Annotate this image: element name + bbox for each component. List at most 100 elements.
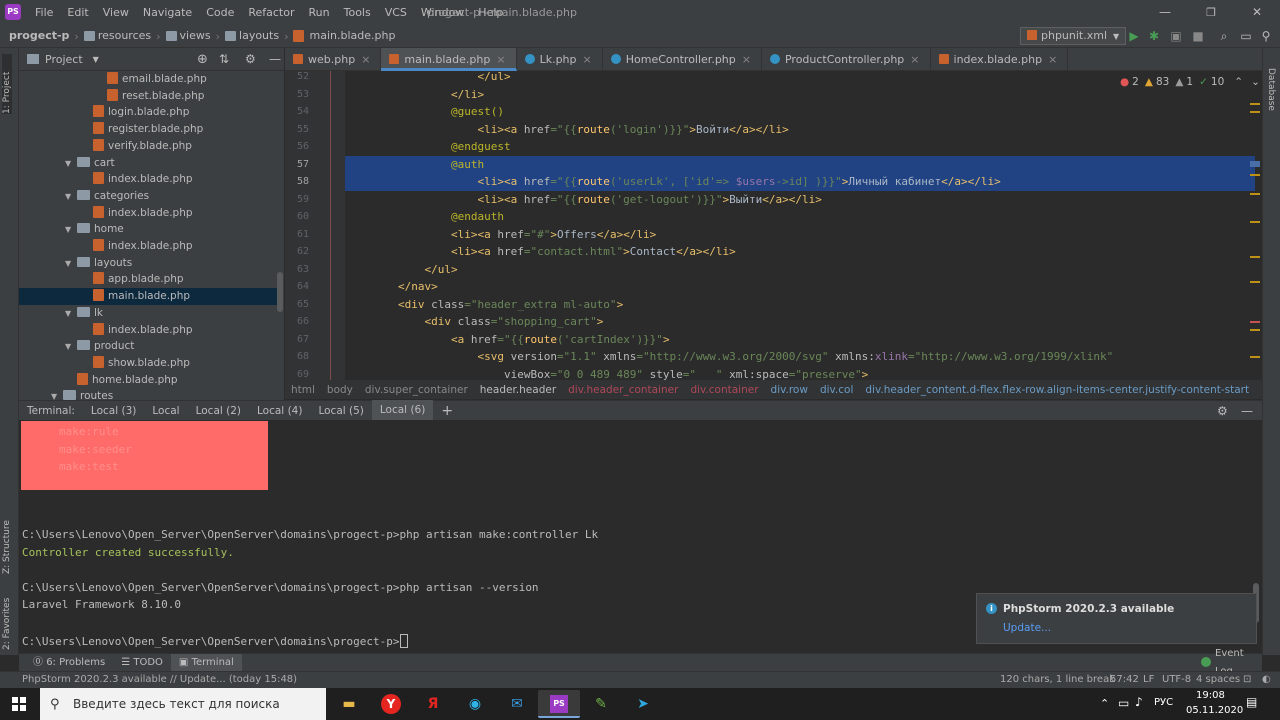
tree-file[interactable]: reset.blade.php	[19, 88, 277, 105]
menu-item-navigate[interactable]: Navigate	[136, 0, 199, 25]
code-line[interactable]: </li>	[345, 86, 1255, 104]
yandex-icon[interactable]: Я	[412, 690, 454, 718]
tree-file[interactable]: home.blade.php	[19, 372, 277, 389]
error-stripe[interactable]	[1250, 71, 1262, 380]
html-breadcrumb-item[interactable]: header.header	[474, 384, 562, 396]
breadcrumb-item[interactable]: resources	[95, 25, 154, 47]
file-encoding[interactable]: UTF-8	[1162, 672, 1191, 688]
run-icon[interactable]: ▶	[1126, 28, 1142, 44]
html-breadcrumb-item[interactable]: div.row	[765, 384, 814, 396]
editor-tab[interactable]: main.blade.php ×	[381, 47, 517, 71]
search-icon[interactable]: ⚲	[1258, 28, 1274, 44]
bottom-tool-tab[interactable]: ☰ TODO	[113, 654, 171, 672]
html-breadcrumb-item[interactable]: nav	[1255, 384, 1262, 396]
stop-icon[interactable]: ■	[1190, 28, 1206, 44]
close-tab-icon[interactable]: ×	[1048, 53, 1057, 66]
menu-item-run[interactable]: Run	[302, 0, 337, 25]
gear-icon[interactable]: ⚙	[245, 52, 256, 66]
windows-start-icon[interactable]	[12, 697, 26, 711]
code-line[interactable]: <li><a href="#">Offers</a></li>	[345, 226, 1255, 244]
tree-file[interactable]: email.blade.php	[19, 71, 277, 88]
code-line[interactable]: @guest()	[345, 103, 1255, 121]
code-line[interactable]: @auth	[345, 155, 1255, 173]
hide-icon[interactable]: —	[1241, 404, 1253, 418]
tree-file[interactable]: index.blade.php	[19, 205, 277, 222]
hide-icon[interactable]: —	[269, 52, 281, 66]
caret-position[interactable]: 57:42	[1110, 672, 1139, 688]
tree-folder[interactable]: ▼ product	[19, 338, 277, 355]
menu-item-view[interactable]: View	[96, 0, 136, 25]
debug-icon[interactable]: ✱	[1146, 28, 1162, 44]
menu-item-code[interactable]: Code	[199, 0, 241, 25]
code-line[interactable]: @endauth	[345, 208, 1255, 226]
code-line[interactable]: <li><a href="{{route('get-logout')}}">Вы…	[345, 191, 1255, 209]
chevron-down-icon[interactable]: ▼	[65, 188, 77, 205]
coverage-icon[interactable]: ▣	[1168, 28, 1184, 44]
collapse-icon[interactable]: ⇅	[219, 52, 229, 66]
code-line[interactable]: <li><a href="{{route('login')}}">Войти</…	[345, 121, 1255, 139]
html-breadcrumb-item[interactable]: div.container	[684, 384, 764, 396]
terminal-tab[interactable]: Local (2)	[188, 401, 249, 421]
tree-folder[interactable]: ▼ layouts	[19, 255, 277, 272]
chevron-down-icon[interactable]: ▼	[65, 221, 77, 238]
terminal-tab[interactable]: Local (6)	[371, 399, 434, 422]
terminal-tab[interactable]: Local	[144, 401, 187, 421]
breadcrumb-item[interactable]: main.blade.php	[306, 25, 398, 47]
tree-folder[interactable]: ▼ home	[19, 221, 277, 238]
chevron-down-icon[interactable]: ▼	[65, 305, 77, 322]
terminal-tab[interactable]: Local (5)	[310, 401, 371, 421]
mail-icon[interactable]: ✉	[496, 690, 538, 718]
notepad-plus-icon[interactable]: ✎	[580, 690, 622, 718]
phpstorm-taskbar-icon[interactable]: PS	[538, 690, 580, 718]
terminal-tab[interactable]: Local (4)	[249, 401, 310, 421]
tree-folder[interactable]: ▼ routes	[19, 388, 277, 400]
favorites-tool-tab[interactable]: 2: Favorites	[2, 580, 12, 650]
tray-up-icon[interactable]: ⌃	[1100, 697, 1109, 710]
close-tab-icon[interactable]: ×	[910, 53, 919, 66]
code-line[interactable]: </ul>	[345, 71, 1255, 86]
new-tab-icon[interactable]: +	[441, 403, 453, 419]
update-link[interactable]: Update...	[1003, 622, 1051, 634]
tree-folder[interactable]: ▼ categories	[19, 188, 277, 205]
volume-icon[interactable]: ♪	[1135, 695, 1143, 709]
project-tool-tab[interactable]: 1: Project	[2, 54, 12, 114]
project-panel-title[interactable]: Project	[45, 53, 83, 66]
code-line[interactable]: </nav>	[345, 278, 1255, 296]
editor-tab[interactable]: Lk.php ×	[517, 47, 603, 71]
close-tab-icon[interactable]: ×	[496, 53, 505, 66]
menu-item-edit[interactable]: Edit	[60, 0, 95, 25]
input-language[interactable]: РУС	[1154, 697, 1173, 708]
notifications-icon[interactable]: ▤	[1246, 695, 1257, 709]
tree-file[interactable]: main.blade.php	[19, 288, 277, 306]
telegram-icon[interactable]: ➤	[622, 690, 664, 718]
editor-tab[interactable]: HomeController.php ×	[603, 47, 762, 71]
editor-tab[interactable]: index.blade.php ×	[931, 47, 1069, 71]
maximize-button[interactable]: ❐	[1188, 0, 1234, 25]
edge-icon[interactable]: ◉	[454, 690, 496, 718]
chevron-down-icon[interactable]: ▼	[65, 155, 77, 172]
code-line[interactable]: <li><a href="{{route('userLk', ['id'=> $…	[345, 173, 1255, 191]
html-breadcrumb-item[interactable]: div.header_content.d-flex.flex-row.align…	[859, 384, 1255, 396]
network-icon[interactable]: ▭	[1118, 696, 1129, 710]
breadcrumb-item[interactable]: progect-p	[6, 25, 72, 47]
lock-icon[interactable]: ⊡	[1243, 672, 1251, 688]
bottom-tool-tab[interactable]: ▣ Terminal	[170, 653, 242, 672]
indent-setting[interactable]: 4 spaces	[1196, 672, 1240, 688]
code-line[interactable]: </ul>	[345, 261, 1255, 279]
tree-file[interactable]: show.blade.php	[19, 355, 277, 372]
breadcrumb-item[interactable]: views	[177, 25, 214, 47]
code-line[interactable]: @endguest	[345, 138, 1255, 156]
chevron-down-icon[interactable]: ▼	[65, 255, 77, 272]
minimize-button[interactable]: —	[1142, 0, 1188, 25]
code-line[interactable]: viewBox="0 0 489 489" style=" " xml:spac…	[345, 366, 1255, 381]
tree-file[interactable]: verify.blade.php	[19, 138, 277, 155]
editor-tab[interactable]: web.php ×	[285, 47, 382, 71]
line-separator[interactable]: LF	[1143, 672, 1154, 688]
tree-file[interactable]: login.blade.php	[19, 104, 277, 121]
structure-tool-tab[interactable]: Z: Structure	[2, 504, 12, 574]
html-breadcrumb-item[interactable]: html	[285, 384, 321, 396]
code-line[interactable]: <li><a href="contact.html">Contact</a></…	[345, 243, 1255, 261]
html-breadcrumb-item[interactable]: div.super_container	[359, 384, 474, 396]
chevron-down-icon[interactable]: ▼	[65, 338, 77, 355]
code-line[interactable]: <div class="shopping_cart">	[345, 313, 1255, 331]
